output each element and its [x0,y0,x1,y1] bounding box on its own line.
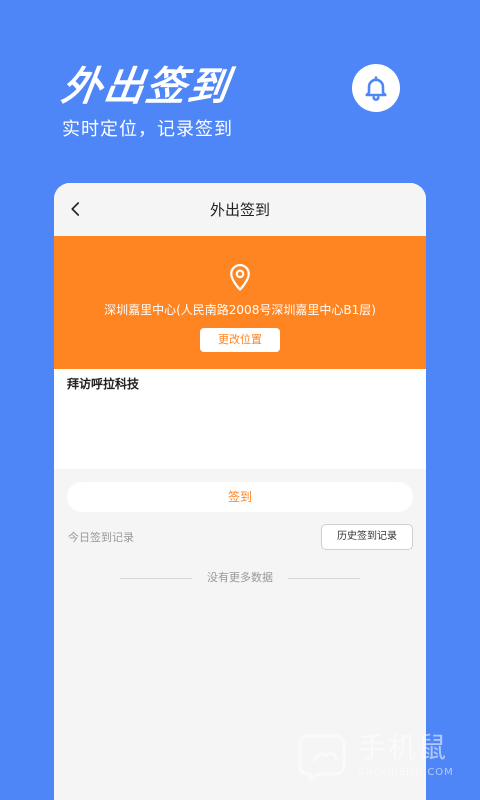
watermark-domain: SHOUJISHU.COM [358,767,454,778]
divider-left [120,578,192,579]
navigation-bar: 外出签到 [54,183,426,236]
bell-icon [365,76,387,101]
divider-right [288,578,360,579]
address-text: 深圳嘉里中心(人民南路2008号深圳嘉里中心B1层) [104,303,376,317]
check-in-button[interactable]: 签到 [67,482,413,512]
watermark-brand: 手机鼠 [358,731,449,764]
notification-button[interactable] [352,64,400,112]
page-title: 外出签到 [209,201,270,219]
visit-target-area[interactable]: 拜访呼拉科技 [54,369,426,469]
map-pin-icon [230,264,250,291]
location-banner: 深圳嘉里中心(人民南路2008号深圳嘉里中心B1层) 更改位置 [54,236,426,369]
watermark-logo-icon [298,734,346,782]
change-location-button[interactable]: 更改位置 [200,328,280,352]
history-records-button[interactable]: 历史签到记录 [321,524,413,550]
phone-screen: 外出签到 深圳嘉里中心(人民南路2008号深圳嘉里中心B1层) 更改位置 拜访呼… [54,183,426,800]
hero-subtitle: 实时定位，记录签到 [62,119,233,140]
watermark: 手机鼠 SHOUJISHU.COM [298,730,468,790]
hero-title: 外出签到 [58,64,234,110]
today-records-label: 今日签到记录 [68,531,134,544]
empty-list-text: 没有更多数据 [207,571,273,584]
visit-target-text: 拜访呼拉科技 [67,377,140,391]
